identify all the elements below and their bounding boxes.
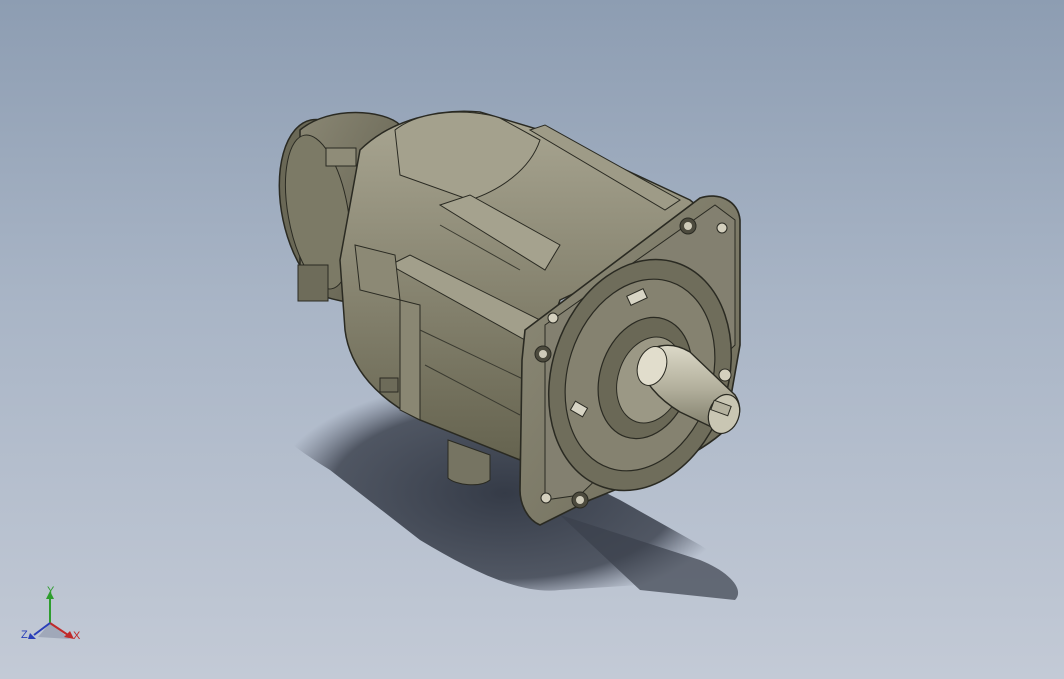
cad-graphics-area[interactable]: Y Z X xyxy=(0,0,1064,679)
triad-x-label: X xyxy=(73,630,81,642)
triad-z-label: Z xyxy=(21,629,28,641)
triad-y-label: Y xyxy=(47,585,55,597)
servo-motor-3d-model[interactable] xyxy=(0,0,1064,679)
coordinate-triad: Y Z X xyxy=(18,585,88,645)
